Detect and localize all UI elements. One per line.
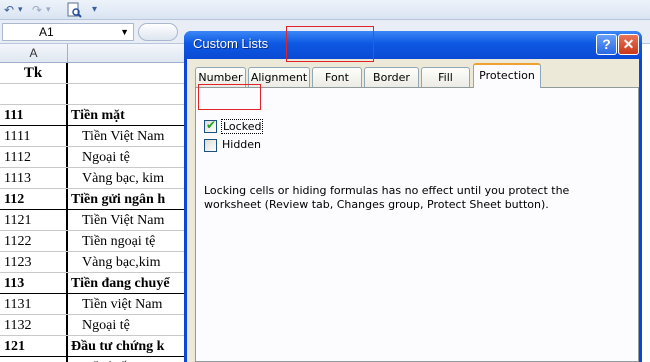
help-button[interactable]: ? — [596, 34, 617, 55]
cell-account-code[interactable]: 121 — [0, 336, 68, 356]
table-row: 113 Tiền đang chuyể — [0, 273, 190, 294]
worksheet-grid[interactable]: Tk 111 Tiền mặt 1111 Tiền Việt Nam 1112 Ngoại … — [0, 63, 190, 362]
print-preview-icon[interactable] — [66, 2, 82, 18]
table-row: 1211Cổ phiếu — [0, 357, 190, 362]
protection-description: Locking cells or hiding formulas has no … — [204, 184, 570, 211]
cell-account-code[interactable]: 112 — [0, 189, 68, 209]
hidden-checkbox[interactable] — [204, 139, 217, 152]
table-row: 1123 Vàng bạc,kim — [0, 252, 190, 273]
table-row: 1112 Ngoại tệ — [0, 147, 190, 168]
cell-account-name[interactable]: Tiền đang chuyể — [68, 273, 190, 293]
table-row: 121 Đầu tư chứng k — [0, 336, 190, 357]
table-row: Tk — [0, 63, 190, 84]
dialog-title: Custom Lists — [193, 36, 269, 51]
redo-icon[interactable]: ↷ — [32, 2, 42, 18]
table-row: 1131 Tiền việt Nam — [0, 294, 190, 315]
highlight-protection-tab — [286, 26, 374, 62]
tab-fill[interactable]: Fill — [421, 67, 470, 87]
cell-account-name[interactable]: Tiền ngoại tệ — [68, 231, 190, 251]
close-button[interactable]: ✕ — [618, 34, 639, 55]
formula-toggle-button[interactable] — [138, 23, 178, 41]
cell-account-name[interactable] — [68, 84, 190, 104]
cell-account-name[interactable]: Đầu tư chứng k — [68, 336, 190, 356]
cell-account-name[interactable]: Tiền việt Nam — [68, 294, 190, 314]
tab-font[interactable]: Font — [312, 67, 362, 87]
highlight-locked-checkbox — [198, 84, 261, 110]
cell-account-code[interactable]: 1111 — [0, 126, 68, 146]
cell-account-name[interactable]: Ngoại tệ — [68, 147, 190, 167]
cell-account-code[interactable]: 1122 — [0, 231, 68, 251]
cell-account-name[interactable]: Vàng bạc,kim — [68, 252, 190, 272]
tab-border[interactable]: Border — [364, 67, 419, 87]
hidden-label[interactable]: Hidden — [222, 138, 261, 151]
format-cells-dialog: Custom Lists ? ✕ Number Alignment Font B… — [184, 31, 642, 362]
undo-dropdown-icon[interactable]: ▾ — [18, 2, 23, 18]
cell-account-name[interactable]: Cổ phiếu — [68, 357, 190, 362]
cell-account-name[interactable] — [68, 63, 190, 83]
cell-account-name[interactable]: Tiền Việt Nam — [68, 126, 190, 146]
table-row: 1113 Vàng bạc, kim — [0, 168, 190, 189]
dialog-titlebar[interactable]: Custom Lists ? ✕ — [184, 31, 642, 59]
cell-account-name[interactable]: Tiền gửi ngân h — [68, 189, 190, 209]
undo-icon[interactable]: ↶ — [4, 2, 14, 18]
cell-account-code[interactable]: 1211 — [0, 357, 68, 362]
cell-account-code[interactable]: 113 — [0, 273, 68, 293]
cell-account-code[interactable] — [0, 84, 68, 104]
protection-panel: ✔ Locked Hidden Locking cells or hiding … — [195, 87, 639, 362]
chevron-down-icon[interactable]: ▼ — [120, 24, 129, 40]
column-header-row: A — [0, 44, 190, 63]
table-row — [0, 84, 190, 105]
locked-checkbox[interactable]: ✔ — [204, 118, 217, 133]
cell-account-name[interactable]: Vàng bạc, kim — [68, 168, 190, 188]
cell-account-code[interactable]: 1112 — [0, 147, 68, 167]
cell-account-code[interactable]: 1131 — [0, 294, 68, 314]
table-row: 1132 Ngoại tệ — [0, 315, 190, 336]
table-row: 1121 Tiền Việt Nam — [0, 210, 190, 231]
tab-protection[interactable]: Protection — [473, 63, 541, 88]
locked-label[interactable]: Locked — [221, 119, 264, 134]
cell-account-name[interactable]: Ngoại tệ — [68, 315, 190, 335]
redo-dropdown-icon[interactable]: ▾ — [46, 2, 51, 18]
cell-account-code[interactable]: 1123 — [0, 252, 68, 272]
quick-access-toolbar: ↶ ▾ ↷ ▾ ▾ — [0, 0, 650, 20]
cell-account-name[interactable]: Tiền mặt — [68, 105, 190, 125]
table-row: 1111 Tiền Việt Nam — [0, 126, 190, 147]
cell-account-code[interactable]: 111 — [0, 105, 68, 125]
name-box[interactable]: A1 ▼ — [2, 23, 134, 41]
column-header-a[interactable]: A — [0, 44, 68, 63]
check-icon: ✔ — [206, 118, 217, 132]
cell-account-code[interactable]: 1121 — [0, 210, 68, 230]
customize-toolbar-icon[interactable]: ▾ — [92, 2, 97, 18]
cell-account-name[interactable]: Tiền Việt Nam — [68, 210, 190, 230]
name-box-value: A1 — [39, 25, 54, 39]
cell-account-code[interactable]: 1132 — [0, 315, 68, 335]
table-row: 1122 Tiền ngoại tệ — [0, 231, 190, 252]
cell-account-code[interactable]: 1113 — [0, 168, 68, 188]
table-row: 112 Tiền gửi ngân h — [0, 189, 190, 210]
cell-account-code[interactable]: Tk — [0, 63, 68, 83]
table-row: 111 Tiền mặt — [0, 105, 190, 126]
